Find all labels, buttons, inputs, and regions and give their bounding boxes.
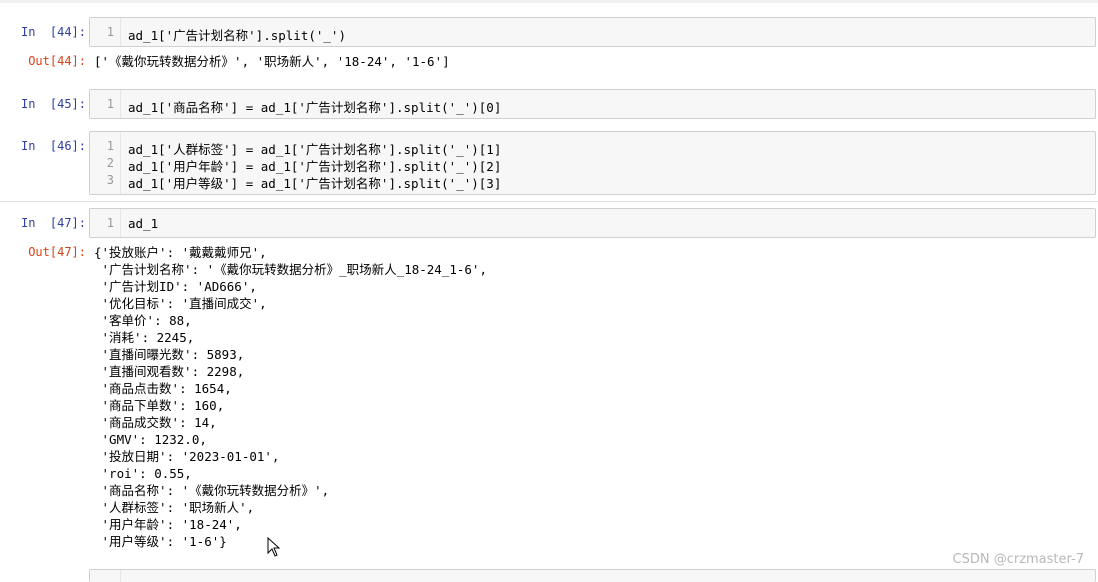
output-line: ['《戴你玩转数据分析》', '职场新人', '18-24', '1-6']	[94, 54, 450, 69]
code-input[interactable]: 1 ad_1['人群标签'] = ad_1['广告计划名称'].split('_…	[89, 131, 1096, 195]
output-line: '广告计划ID': 'AD666',	[94, 279, 257, 294]
top-divider	[0, 0, 1098, 3]
output-line: '投放日期': '2023-01-01',	[94, 449, 280, 464]
output-line: '客单价': 88,	[94, 313, 192, 328]
line-number: 1	[106, 216, 114, 230]
output-line: '广告计划名称': '《戴你玩转数据分析》_职场新人_18-24_1-6',	[94, 262, 487, 277]
code-line[interactable]: ad_1['商品名称'] = ad_1['广告计划名称'].split('_')…	[128, 97, 501, 116]
notebook-cell-46[interactable]: In [46]: 1 ad_1['人群标签'] = ad_1['广告计划名称']…	[0, 131, 1098, 195]
output-line: '优化目标': '直播间成交',	[94, 296, 267, 311]
line-number: 2	[106, 156, 114, 170]
input-prompt: In [46]:	[20, 139, 86, 153]
line-number: 1	[106, 97, 114, 111]
line-number: 1	[106, 25, 114, 39]
code-line[interactable]: ad_1['广告计划名称'].split('_')	[128, 25, 346, 44]
output-line: '用户等级': '1-6'}	[94, 534, 227, 549]
notebook-cell-45[interactable]: In [45]: 1 ad_1['商品名称'] = ad_1['广告计划名称']…	[0, 89, 1098, 123]
output-line: '消耗': 2245,	[94, 330, 195, 345]
input-prompt: In [44]:	[20, 25, 86, 39]
code-input[interactable]: 1 ad_1	[89, 208, 1096, 238]
line-gutter	[90, 570, 121, 582]
line-number: 3	[106, 173, 114, 187]
notebook-cell-44[interactable]: In [44]: 1 ad_1['广告计划名称'].split('_') Out…	[0, 16, 1098, 76]
watermark: CSDN @crzmaster-7	[952, 552, 1085, 567]
output-line: '直播间曝光数': 5893,	[94, 347, 245, 362]
output-line: '直播间观看数': 2298,	[94, 364, 245, 379]
output-line: '商品点击数': 1654,	[94, 381, 232, 396]
code-input[interactable]: 1 ad_1['商品名称'] = ad_1['广告计划名称'].split('_…	[89, 89, 1096, 119]
code-input[interactable]: 1 ad_1['广告计划名称'].split('_')	[89, 17, 1096, 47]
input-prompt: In [45]:	[20, 97, 86, 111]
line-number: 1	[106, 139, 114, 153]
output-line: 'roi': 0.55,	[94, 466, 192, 481]
output-line: '人群标签': '职场新人',	[94, 500, 255, 515]
output-line: 'GMV': 1232.0,	[94, 432, 207, 447]
code-line[interactable]: ad_1	[128, 216, 158, 231]
output-line: '商品下单数': 160,	[94, 398, 225, 413]
notebook-cell-next[interactable]	[0, 568, 1098, 582]
input-prompt: In [47]:	[20, 216, 86, 230]
code-line[interactable]: ad_1['用户等级'] = ad_1['广告计划名称'].split('_')…	[128, 173, 501, 192]
code-input[interactable]	[89, 569, 1096, 582]
output-line: '商品成交数': 14,	[94, 415, 217, 430]
output-line: {'投放账户': '戴戴戴师兄',	[94, 245, 267, 260]
output-prompt: Out[47]:	[28, 245, 86, 259]
mouse-pointer-icon	[267, 536, 281, 560]
output-prompt: Out[44]:	[28, 54, 86, 68]
output-line: '商品名称': '《戴你玩转数据分析》',	[94, 483, 330, 498]
notebook-cell-47[interactable]: In [47]: 1 ad_1 Out[47]: {'投放账户': '戴戴戴师兄…	[0, 201, 1098, 557]
output-line: '用户年龄': '18-24',	[94, 517, 242, 532]
